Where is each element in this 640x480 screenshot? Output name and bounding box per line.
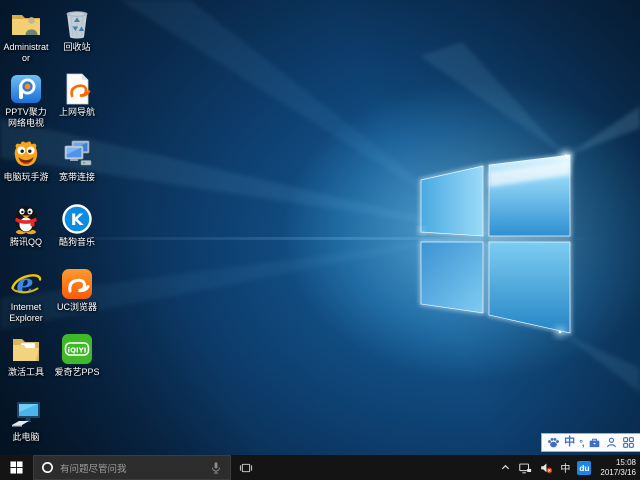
- icon-label: UC浏览器: [57, 302, 97, 313]
- taskbar-search-box[interactable]: 有问题尽管问我: [33, 455, 231, 480]
- icon-label: 激活工具: [8, 367, 44, 378]
- icon-label: 此电脑: [12, 432, 39, 443]
- qq-penguin-icon: [9, 202, 43, 236]
- pptv-icon: [9, 72, 43, 106]
- uc-browser-icon: [60, 267, 94, 301]
- desktop-icon-internet-explorer[interactable]: e Internet Explorer: [1, 267, 51, 324]
- desktop-icon-broadband-connection[interactable]: 宽带连接: [52, 137, 102, 183]
- desktop-icon-recycle-bin[interactable]: 回收站: [52, 7, 102, 53]
- administrator-folder-icon: [9, 7, 43, 41]
- icon-label: PPTV聚力 网络电视: [1, 107, 51, 129]
- svg-text:e: e: [16, 269, 33, 300]
- desktop-icon-web-navigation[interactable]: 上网导航: [52, 72, 102, 118]
- desktop-icon-uc-browser[interactable]: UC浏览器: [52, 267, 102, 313]
- icon-label: Administrator: [1, 42, 51, 64]
- task-view-icon: [239, 461, 253, 475]
- svg-text:K: K: [71, 210, 84, 229]
- icon-label: 腾讯QQ: [10, 237, 42, 248]
- desktop-icon-pptv[interactable]: PPTV聚力 网络电视: [1, 72, 51, 129]
- web-navigation-icon: [60, 72, 94, 106]
- recycle-bin-icon: [60, 7, 94, 41]
- clock-date: 2017/3/16: [600, 468, 636, 478]
- clock-time: 15:08: [600, 458, 636, 468]
- microphone-icon[interactable]: [209, 461, 223, 475]
- desktop-icon-this-pc[interactable]: 此电脑: [1, 397, 51, 443]
- desktop-icon-activation-tool[interactable]: e 激活工具: [1, 332, 51, 378]
- iqiyi-pps-icon: iQIYI: [60, 332, 94, 366]
- taskbar-clock[interactable]: 15:08 2017/3/16: [598, 458, 636, 477]
- volume-muted-icon[interactable]: [539, 461, 553, 475]
- icon-label: 酷狗音乐: [59, 237, 95, 248]
- desktop-icon-administrator[interactable]: Administrator: [1, 7, 51, 64]
- start-button[interactable]: [0, 455, 33, 480]
- game-monster-icon: [9, 137, 43, 171]
- desktop-icon-iqiyi-pps[interactable]: iQIYI 爱奇艺PPS: [52, 332, 102, 378]
- ime-toolbox-icon[interactable]: [588, 436, 601, 449]
- desktop-icon-pc-play-mobile-games[interactable]: 电脑玩手游: [1, 137, 51, 183]
- ime-punctuation-toggle[interactable]: °,: [579, 438, 583, 448]
- desktop-icon-tencent-qq[interactable]: 腾讯QQ: [1, 202, 51, 248]
- icon-label: 爱奇艺PPS: [54, 367, 99, 378]
- ime-grid-menu-icon[interactable]: [622, 436, 635, 449]
- tray-ime-mode[interactable]: 中: [560, 460, 570, 475]
- windows-desktop: Administrator 回收站 PPTV聚力 网络电视 上网导航: [0, 0, 640, 480]
- this-pc-icon: [9, 397, 43, 431]
- system-tray: 中 du 15:08 2017/3/16: [500, 455, 640, 480]
- baidu-ime-badge[interactable]: du: [577, 461, 591, 475]
- ime-language-bar: 中 °,: [541, 433, 640, 452]
- taskbar: 有问题尽管问我: [0, 455, 640, 480]
- icon-label: 宽带连接: [59, 172, 95, 183]
- icon-label: 电脑玩手游: [3, 172, 48, 183]
- icon-label: 回收站: [63, 42, 90, 53]
- icon-label: Internet Explorer: [1, 302, 51, 324]
- baidu-paw-icon[interactable]: [547, 436, 560, 449]
- icon-label: 上网导航: [59, 107, 95, 118]
- windows-logo-icon: [10, 461, 23, 474]
- ime-user-icon[interactable]: [605, 436, 618, 449]
- broadband-connection-icon: [60, 137, 94, 171]
- svg-text:iQIYI: iQIYI: [68, 346, 87, 354]
- activation-tool-icon: e: [9, 332, 43, 366]
- cortana-icon: [41, 461, 54, 474]
- show-hidden-icons-chevron[interactable]: [500, 462, 511, 473]
- desktop-icon-kugou-music[interactable]: K 酷狗音乐: [52, 202, 102, 248]
- kugou-music-icon: K: [60, 202, 94, 236]
- ime-mode-indicator[interactable]: 中: [564, 436, 575, 449]
- network-ethernet-icon[interactable]: [518, 461, 532, 475]
- internet-explorer-icon: e: [9, 267, 43, 301]
- task-view-button[interactable]: [231, 455, 260, 480]
- search-placeholder-text: 有问题尽管问我: [60, 461, 203, 475]
